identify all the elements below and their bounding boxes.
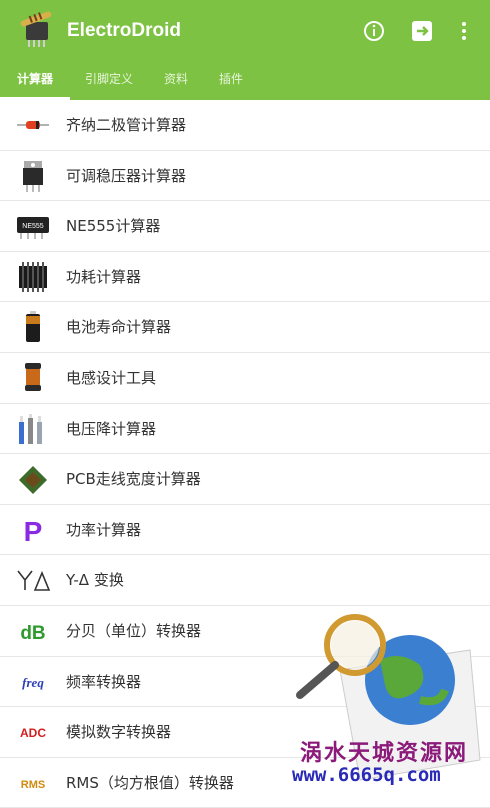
list-item-label: 模拟数字转换器 xyxy=(66,723,172,742)
db-icon: dB xyxy=(20,623,45,644)
list-item-voltage-drop[interactable]: 电压降计算器 xyxy=(0,404,490,455)
list-item-label: 功率计算器 xyxy=(66,520,142,539)
more-vert-icon[interactable] xyxy=(450,17,478,45)
list-item-power[interactable]: P 功率计算器 xyxy=(0,505,490,556)
list-item-battery-life[interactable]: 电池寿命计算器 xyxy=(0,302,490,353)
power-p-text: P xyxy=(24,516,43,547)
list-item-ne555[interactable]: NE555 NE555计算器 xyxy=(0,201,490,252)
list-item-y-delta[interactable]: Y-Δ 变换 xyxy=(0,555,490,606)
tab-pinouts[interactable]: 引脚定义 xyxy=(85,70,133,87)
app-logo-icon xyxy=(20,11,52,47)
tab-plugins[interactable]: 插件 xyxy=(219,70,243,87)
tab-bar: 计算器 引脚定义 资料 插件 xyxy=(0,62,490,100)
list-item-label: 电池寿命计算器 xyxy=(66,318,172,337)
list-item-label: RMS（均方根值）转换器 xyxy=(66,773,234,792)
list-item-label: PCB走线宽度计算器 xyxy=(66,470,201,489)
list-item-inductor[interactable]: 电感设计工具 xyxy=(0,353,490,404)
inductor-icon xyxy=(25,362,41,391)
adc-text: ADC xyxy=(20,726,46,740)
pcb-icon xyxy=(19,466,47,495)
freq-text: freq xyxy=(22,675,44,690)
tab-calculators[interactable]: 计算器 xyxy=(17,70,53,87)
list-item-label: NE555计算器 xyxy=(66,217,161,236)
list-item-label: 分贝（单位）转换器 xyxy=(66,621,202,640)
info-icon[interactable] xyxy=(360,17,388,45)
list-item-label: Y-Δ 变换 xyxy=(66,571,124,590)
db-text: dB xyxy=(20,623,45,644)
battery-icon xyxy=(26,311,40,343)
list-item-power-dissipation[interactable]: 功耗计算器 xyxy=(0,252,490,303)
tab-resources[interactable]: 资料 xyxy=(164,70,188,87)
watermark-url: www.6665q.com xyxy=(292,764,441,786)
list-item-regulator[interactable]: 可调稳压器计算器 xyxy=(0,151,490,202)
zener-diode-icon xyxy=(17,121,49,129)
list-item-zener[interactable]: 齐纳二极管计算器 xyxy=(0,100,490,151)
wires-icon xyxy=(19,413,42,444)
ne555-chip-text: NE555 xyxy=(22,223,44,230)
app-bar: ElectroDroid 计算器 引脚定义 资料 插件 xyxy=(0,0,490,100)
list-item-label: 电感设计工具 xyxy=(66,368,157,387)
app-title: ElectroDroid xyxy=(67,20,182,41)
exit-icon[interactable] xyxy=(408,17,436,45)
rms-icon: RMS xyxy=(21,779,45,791)
list-item-label: 齐纳二极管计算器 xyxy=(66,116,187,134)
power-p-icon: P xyxy=(24,516,43,547)
list-item-label: 频率转换器 xyxy=(66,672,142,691)
watermark-text: 涡水天城资源网 xyxy=(300,740,469,766)
ne555-chip-icon: NE555 xyxy=(17,217,49,240)
y-delta-icon xyxy=(17,570,51,592)
freq-icon: freq xyxy=(22,675,44,690)
heatsink-icon xyxy=(19,261,47,292)
list-item-label: 可调稳压器计算器 xyxy=(66,166,187,185)
voltage-regulator-icon xyxy=(23,160,43,192)
rms-text: RMS xyxy=(21,779,45,791)
list-item-label: 功耗计算器 xyxy=(66,267,142,286)
list-item-pcb-trace[interactable]: PCB走线宽度计算器 xyxy=(0,454,490,505)
adc-icon: ADC xyxy=(20,726,46,740)
list-item-label: 电压降计算器 xyxy=(66,419,157,438)
